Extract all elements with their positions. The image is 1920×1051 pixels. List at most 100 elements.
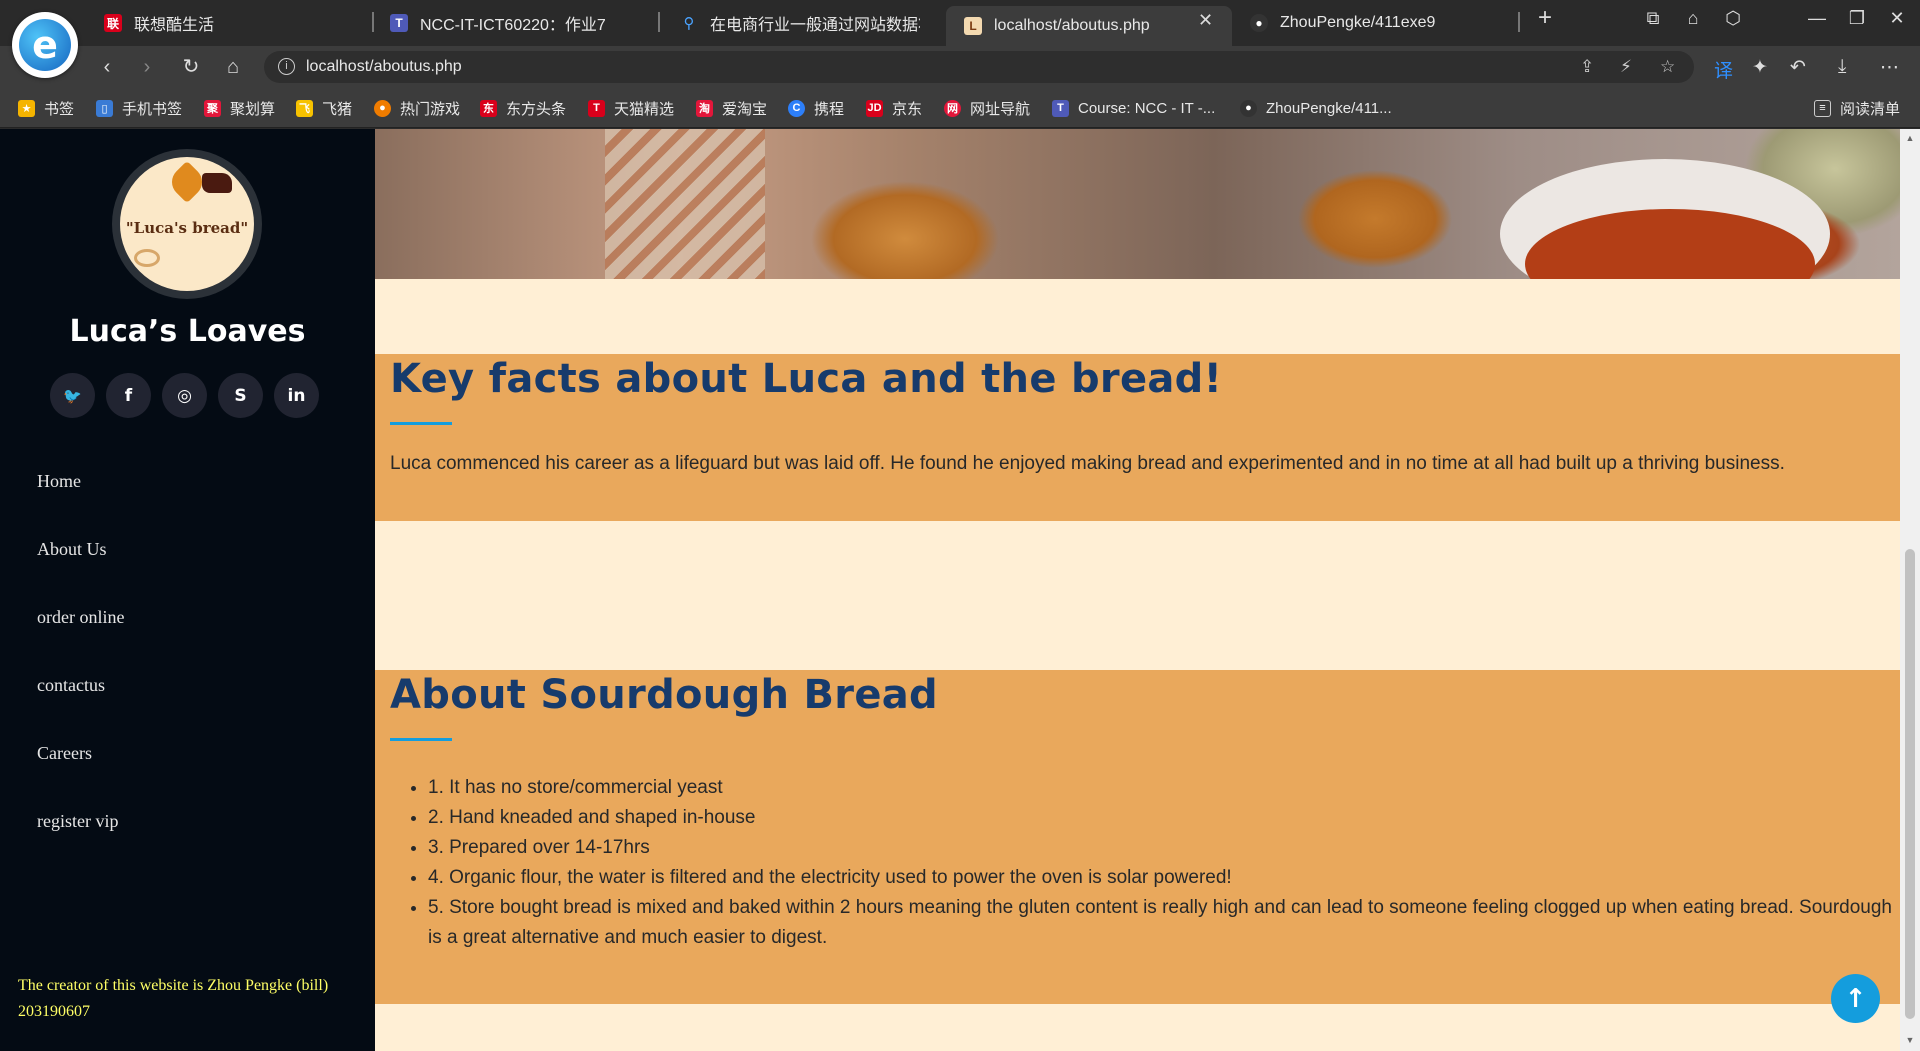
- tab-search[interactable]: ⚲ 在电商行业一般通过网站数据将: [680, 6, 921, 40]
- key-facts-section: Key facts about Luca and the bread! Luca…: [375, 354, 1900, 521]
- sourdough-list: 1. It has no store/commercial yeast 2. H…: [390, 773, 1900, 953]
- puzzle-icon[interactable]: ✦: [1752, 56, 1768, 79]
- bookmark-item[interactable]: C 携程: [788, 98, 844, 118]
- bookmark-item[interactable]: 飞飞猪: [296, 98, 352, 118]
- fliggy-icon: 飞: [296, 99, 313, 117]
- favorite-star-icon[interactable]: ☆: [1660, 57, 1675, 77]
- nav-register-vip[interactable]: register vip: [37, 811, 124, 879]
- arrow-up-icon: ↑: [1844, 983, 1867, 1014]
- bookmark-label: 聚划算: [230, 100, 276, 118]
- tab-aboutus-active[interactable]: L localhost/aboutus.php: [946, 6, 1232, 46]
- nav-about-us[interactable]: About Us: [37, 539, 124, 607]
- download-icon[interactable]: ⤓: [1838, 56, 1846, 78]
- close-tab-icon[interactable]: ✕: [1198, 10, 1213, 31]
- tab-label: ZhouPengke/411exe9: [1280, 14, 1436, 31]
- forward-icon[interactable]: ›: [134, 54, 160, 80]
- reload-icon[interactable]: ↻: [178, 54, 204, 80]
- scroll-up-icon[interactable]: ▲: [1900, 133, 1920, 143]
- list-item: 2. Hand kneaded and shaped in-house: [428, 803, 1900, 833]
- tab-ncc-assignment[interactable]: T NCC-IT-ICT60220：作业7: [390, 6, 650, 40]
- bookmark-label: ZhouPengke/411...: [1266, 99, 1392, 117]
- bookmark-label: 热门游戏: [400, 100, 461, 118]
- sidebar: "Luca's bread" Luca’s Loaves 🐦 f ◎ S in …: [0, 129, 375, 1051]
- collections-icon[interactable]: ⌂: [1678, 8, 1708, 29]
- url-field[interactable]: i localhost/aboutus.php ⇪ ⚡ ☆: [264, 51, 1694, 83]
- restore-icon[interactable]: ❐: [1842, 8, 1872, 29]
- list-item: 4. Organic flour, the water is filtered …: [428, 863, 1900, 893]
- instagram-icon[interactable]: ◎: [162, 373, 207, 418]
- tab-lenovo[interactable]: 联 联想酷生活: [104, 6, 364, 40]
- tab-label: NCC-IT-ICT60220：作业7: [420, 17, 606, 34]
- skype-icon[interactable]: S: [218, 373, 263, 418]
- list-item: 1. It has no store/commercial yeast: [428, 773, 1900, 803]
- bookmark-item[interactable]: JD 京东: [866, 98, 922, 118]
- bookmark-label: 爱淘宝: [722, 100, 768, 118]
- site-info-icon[interactable]: i: [278, 58, 295, 75]
- nav-contactus[interactable]: contactus: [37, 675, 124, 743]
- lenovo-icon: 联: [104, 14, 122, 32]
- page-scrollbar[interactable]: ▲ ▼: [1900, 129, 1920, 1051]
- address-bar-row: ‹ › ↻ ⌂ i localhost/aboutus.php ⇪ ⚡ ☆ 译 …: [0, 46, 1920, 88]
- logo-text: "Luca's bread": [125, 219, 249, 237]
- close-window-icon[interactable]: ✕: [1882, 8, 1912, 29]
- games-icon: ●: [374, 99, 391, 117]
- tab-separator: [658, 12, 660, 32]
- bookmark-label: 网址导航: [970, 100, 1031, 118]
- new-tab-icon[interactable]: +: [1530, 4, 1560, 32]
- back-to-top-button[interactable]: ↑: [1831, 974, 1880, 1023]
- list-item: 3. Prepared over 14-17hrs: [428, 833, 1900, 863]
- nav-site-icon: 网: [944, 99, 961, 117]
- bookmark-item[interactable]: ★ 书签: [18, 98, 74, 118]
- translate-icon[interactable]: 译: [1714, 56, 1733, 83]
- twitter-icon[interactable]: 🐦: [50, 373, 95, 418]
- creator-credit: The creator of this website is Zhou Peng…: [18, 977, 329, 1020]
- logo-avatar: "Luca's bread": [112, 149, 262, 299]
- lightning-icon[interactable]: ⚡: [1620, 57, 1632, 77]
- back-icon[interactable]: ‹: [94, 54, 120, 80]
- bookmark-item[interactable]: T Course: NCC - IT -...: [1052, 98, 1215, 118]
- undo-icon[interactable]: ↶: [1790, 56, 1806, 79]
- linkedin-icon[interactable]: in: [274, 373, 319, 418]
- home-icon[interactable]: ⌂: [220, 54, 246, 80]
- site-title[interactable]: Luca’s Loaves: [0, 314, 375, 349]
- reading-list-button[interactable]: ≡ 阅读清单: [1814, 98, 1900, 118]
- bread-logo: "Luca's bread": [120, 157, 254, 291]
- minimize-icon[interactable]: —: [1802, 8, 1832, 29]
- taobao-icon: 淘: [696, 99, 713, 117]
- bookmark-item[interactable]: 网网址导航: [944, 98, 1030, 118]
- bookmark-label: 携程: [814, 100, 845, 118]
- url-text[interactable]: localhost/aboutus.php: [306, 58, 462, 76]
- bread-roll-icon: [134, 249, 160, 267]
- jd-icon: JD: [866, 99, 883, 117]
- sourdough-heading: About Sourdough Bread: [390, 672, 938, 718]
- nav-order-online[interactable]: order online: [37, 607, 124, 675]
- browser-logo-icon[interactable]: e: [12, 12, 78, 78]
- bookmark-item[interactable]: ● 热门游戏: [374, 98, 460, 118]
- bookmark-label: 飞猪: [322, 100, 353, 118]
- bookmark-label: 东方头条: [506, 100, 567, 118]
- tab-github[interactable]: ● ZhouPengke/411exe9: [1250, 6, 1500, 40]
- nav-careers[interactable]: Careers: [37, 743, 124, 811]
- scroll-down-icon[interactable]: ▼: [1900, 1035, 1920, 1045]
- list-item: 5. Store bought bread is mixed and baked…: [428, 893, 1900, 953]
- nav-home[interactable]: Home: [37, 471, 124, 539]
- site-favicon-icon: L: [964, 17, 982, 35]
- more-menu-icon[interactable]: ⋯: [1880, 56, 1899, 79]
- nav-menu: Home About Us order online contactus Car…: [37, 471, 124, 879]
- bookmark-item[interactable]: ● ZhouPengke/411...: [1240, 98, 1392, 118]
- extensions-icon[interactable]: ⬡: [1718, 8, 1748, 29]
- tab-actions-icon[interactable]: ⧉: [1638, 8, 1668, 29]
- tab-label: localhost/aboutus.php: [994, 17, 1150, 34]
- bookmark-label: 书签: [44, 100, 75, 118]
- share-icon[interactable]: ⇪: [1580, 57, 1594, 77]
- hero-pattern: [605, 129, 765, 279]
- bookmark-item[interactable]: ▯ 手机书签: [96, 98, 182, 118]
- bookmark-item[interactable]: 东东方头条: [480, 98, 566, 118]
- bookmark-item[interactable]: 聚聚划算: [204, 98, 275, 118]
- scrollbar-thumb[interactable]: [1905, 549, 1915, 1019]
- facebook-icon[interactable]: f: [106, 373, 151, 418]
- heading-underline: [390, 738, 452, 741]
- linkedin-glyph: in: [287, 385, 306, 406]
- bookmark-item[interactable]: 淘爱淘宝: [696, 98, 767, 118]
- bookmark-item[interactable]: T 天猫精选: [588, 98, 674, 118]
